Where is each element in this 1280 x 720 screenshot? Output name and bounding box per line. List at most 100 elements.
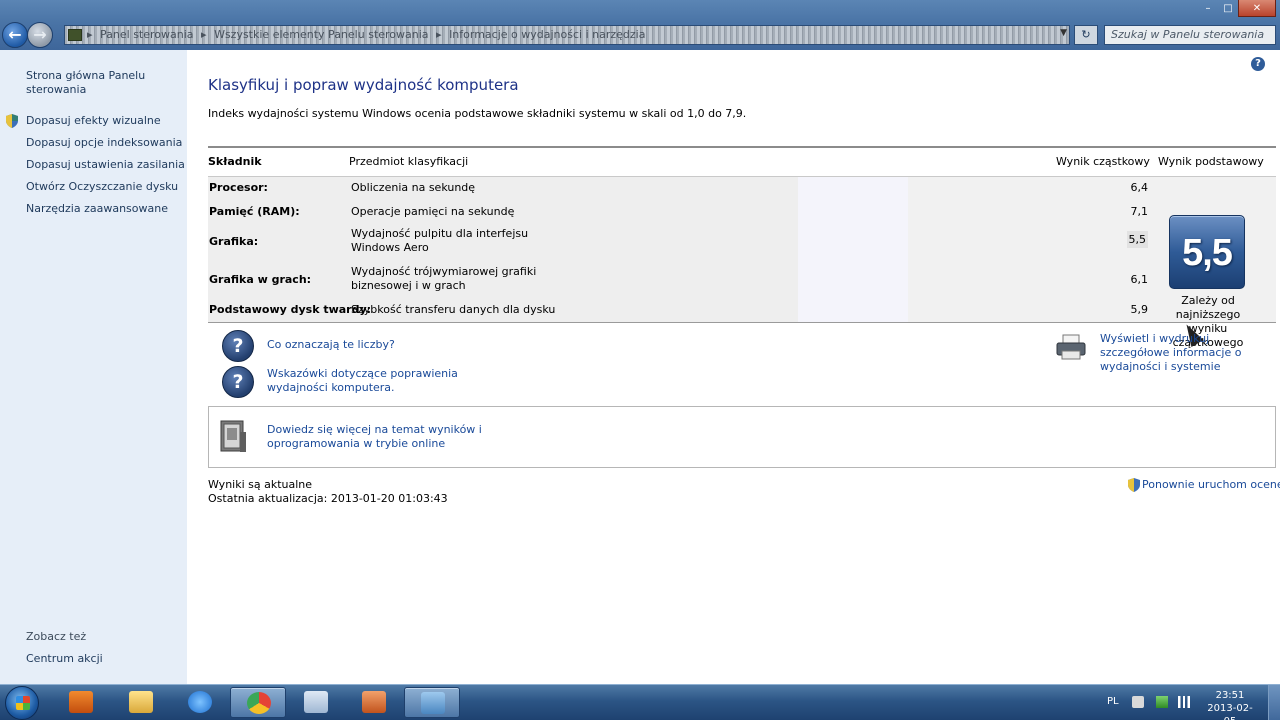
taskbar-internet-explorer[interactable] (172, 687, 228, 718)
book-icon (220, 420, 246, 452)
help-icon[interactable]: ? (1251, 57, 1265, 71)
header-component: Składnik (208, 155, 262, 168)
files-icon (304, 691, 328, 713)
item-label: Szybkość transferu danych dla dysku (351, 303, 556, 316)
rerun-assessment-link[interactable]: Ponownie uruchom ocenę (1142, 478, 1280, 492)
component-label: Grafika: (209, 235, 259, 248)
main-content: ? Klasyfikuj i popraw wydajność komputer… (187, 50, 1280, 684)
taskbar-office[interactable] (346, 687, 402, 718)
show-desktop-button[interactable] (1268, 685, 1280, 720)
breadcrumb-item[interactable]: Panel sterowania (100, 28, 194, 41)
taskbar-file-manager[interactable] (288, 687, 344, 718)
printer-icon (1056, 334, 1086, 360)
uac-shield-icon (1128, 478, 1140, 492)
base-score-value: 5,5 (1182, 232, 1233, 274)
refresh-icon: ↻ (1081, 28, 1091, 41)
table-body: Procesor: Obliczenia na sekundę 6,4 Pami… (208, 177, 1276, 349)
sidebar-item-power[interactable]: Dopasuj ustawienia zasilania (26, 158, 185, 171)
question-icon: ? (222, 330, 254, 362)
subscore-lowest-value: 5,5 (1126, 231, 1148, 248)
learn-more-panel: Dowiedz się więcej na temat wyników i op… (208, 406, 1276, 468)
back-arrow-icon: ← (8, 25, 22, 44)
maximize-button[interactable]: □ (1218, 0, 1238, 17)
search-input[interactable]: Szukaj w Panelu sterowania (1104, 25, 1276, 45)
component-label: Pamięć (RAM): (209, 205, 300, 218)
sidebar-home-link[interactable]: Strona główna Panelu sterowania (26, 69, 176, 97)
see-also-heading: Zobacz też (26, 630, 87, 643)
forward-arrow-icon: → (33, 25, 47, 44)
breadcrumb-item[interactable]: Informacje o wydajności i narzędzia (449, 28, 645, 41)
office-icon (362, 691, 386, 713)
control-panel-icon (421, 692, 445, 714)
control-panel-icon (68, 29, 82, 41)
item-label: Wydajność pulpitu dla interfejsu Windows… (351, 227, 529, 254)
start-button[interactable] (5, 686, 39, 720)
battery-icon[interactable] (1156, 696, 1168, 708)
chrome-icon (247, 692, 271, 714)
component-label: Procesor: (209, 181, 268, 194)
window-controls: – □ ✕ (1198, 0, 1276, 18)
taskbar-media-player[interactable] (53, 687, 109, 718)
window-titlebar: – □ ✕ ← → ▸ Panel sterowania ▸ Wszystkie… (0, 0, 1280, 50)
results-status: Wyniki są aktualne (208, 478, 313, 491)
minimize-button[interactable]: – (1198, 0, 1218, 17)
folder-icon (129, 691, 153, 713)
sidebar-item-indexing[interactable]: Dopasuj opcje indeksowania (26, 136, 182, 149)
internet-explorer-icon (188, 691, 212, 713)
performance-tips-link[interactable]: Wskazówki dotyczące poprawienia wydajnoś… (267, 367, 467, 395)
item-label: Obliczenia na sekundę (351, 181, 476, 194)
learn-more-link[interactable]: Dowiedz się więcej na temat wyników i op… (267, 423, 497, 451)
clock[interactable]: 23:51 2013-02-05 (1204, 689, 1256, 720)
subscore-value: 6,4 (1130, 181, 1149, 194)
language-indicator[interactable]: PL (1107, 696, 1119, 707)
subscore-value: 7,1 (1130, 205, 1149, 218)
sidebar-item-advanced-tools[interactable]: Narzędzia zaawansowane (26, 202, 168, 215)
uac-shield-icon (6, 114, 18, 128)
page-description: Indeks wydajności systemu Windows ocenia… (208, 107, 747, 120)
action-center-icon[interactable] (1132, 696, 1144, 708)
item-label: Wydajność trójwymiarowej grafiki bizneso… (351, 265, 537, 292)
chevron-down-icon[interactable]: ▼ (1060, 28, 1067, 38)
refresh-button[interactable]: ↻ (1074, 25, 1098, 45)
breadcrumb-separator: ▸ (87, 28, 93, 41)
what-numbers-mean-link[interactable]: Co oznaczają te liczby? (267, 338, 395, 352)
subscore-value: 5,9 (1130, 303, 1149, 316)
header-base-score: Wynik podstawowy (1158, 155, 1264, 168)
close-button[interactable]: ✕ (1238, 0, 1276, 17)
breadcrumb-item[interactable]: Wszystkie elementy Panelu sterowania (214, 28, 428, 41)
system-tray: PL 23:51 2013-02-05 (1100, 685, 1280, 720)
question-icon: ? (222, 366, 254, 398)
header-item: Przedmiot klasyfikacji (349, 155, 469, 168)
breadcrumb: ▸ Panel sterowania ▸ Wszystkie elementy … (87, 28, 649, 41)
network-signal-icon[interactable] (1178, 696, 1190, 708)
back-button[interactable]: ← (2, 22, 28, 48)
last-update: Ostatnia aktualizacja: 2013-01-20 01:03:… (208, 492, 448, 505)
sidebar: Strona główna Panelu sterowania Dopasuj … (0, 50, 187, 684)
clock-time: 23:51 (1215, 690, 1245, 701)
divider (208, 146, 1276, 148)
taskbar-control-panel[interactable] (404, 687, 460, 718)
taskbar-explorer-folder[interactable] (113, 687, 169, 718)
sidebar-item-visual-effects[interactable]: Dopasuj efekty wizualne (26, 114, 161, 127)
sidebar-item-action-center[interactable]: Centrum akcji (26, 652, 103, 665)
component-label: Grafika w grach: (209, 273, 312, 286)
windows-logo-icon (16, 696, 30, 710)
item-label: Operacje pamięci na sekundę (351, 205, 515, 218)
media-player-icon (69, 691, 93, 713)
clock-date: 2013-02-05 (1207, 703, 1253, 720)
subscore-value: 5,5 (1114, 231, 1148, 248)
taskbar: PL 23:51 2013-02-05 (0, 684, 1280, 720)
page-title: Klasyfikuj i popraw wydajność komputera (208, 76, 519, 94)
breadcrumb-separator: ▸ (436, 28, 442, 41)
address-bar[interactable]: ▸ Panel sterowania ▸ Wszystkie elementy … (64, 25, 1070, 45)
subscore-value: 6,1 (1130, 273, 1149, 286)
forward-button[interactable]: → (27, 22, 53, 48)
divider (208, 322, 1276, 323)
taskbar-chrome[interactable] (230, 687, 286, 718)
print-details-link[interactable]: Wyświetl i wydrukuj szczegółowe informac… (1100, 332, 1280, 374)
sidebar-item-disk-cleanup[interactable]: Otwórz Oczyszczanie dysku (26, 180, 178, 193)
base-score-tile: 5,5 (1169, 215, 1245, 289)
component-label: Podstawowy dysk twardy: (209, 303, 372, 316)
breadcrumb-separator: ▸ (201, 28, 207, 41)
header-subscore: Wynik cząstkowy (1056, 155, 1150, 168)
